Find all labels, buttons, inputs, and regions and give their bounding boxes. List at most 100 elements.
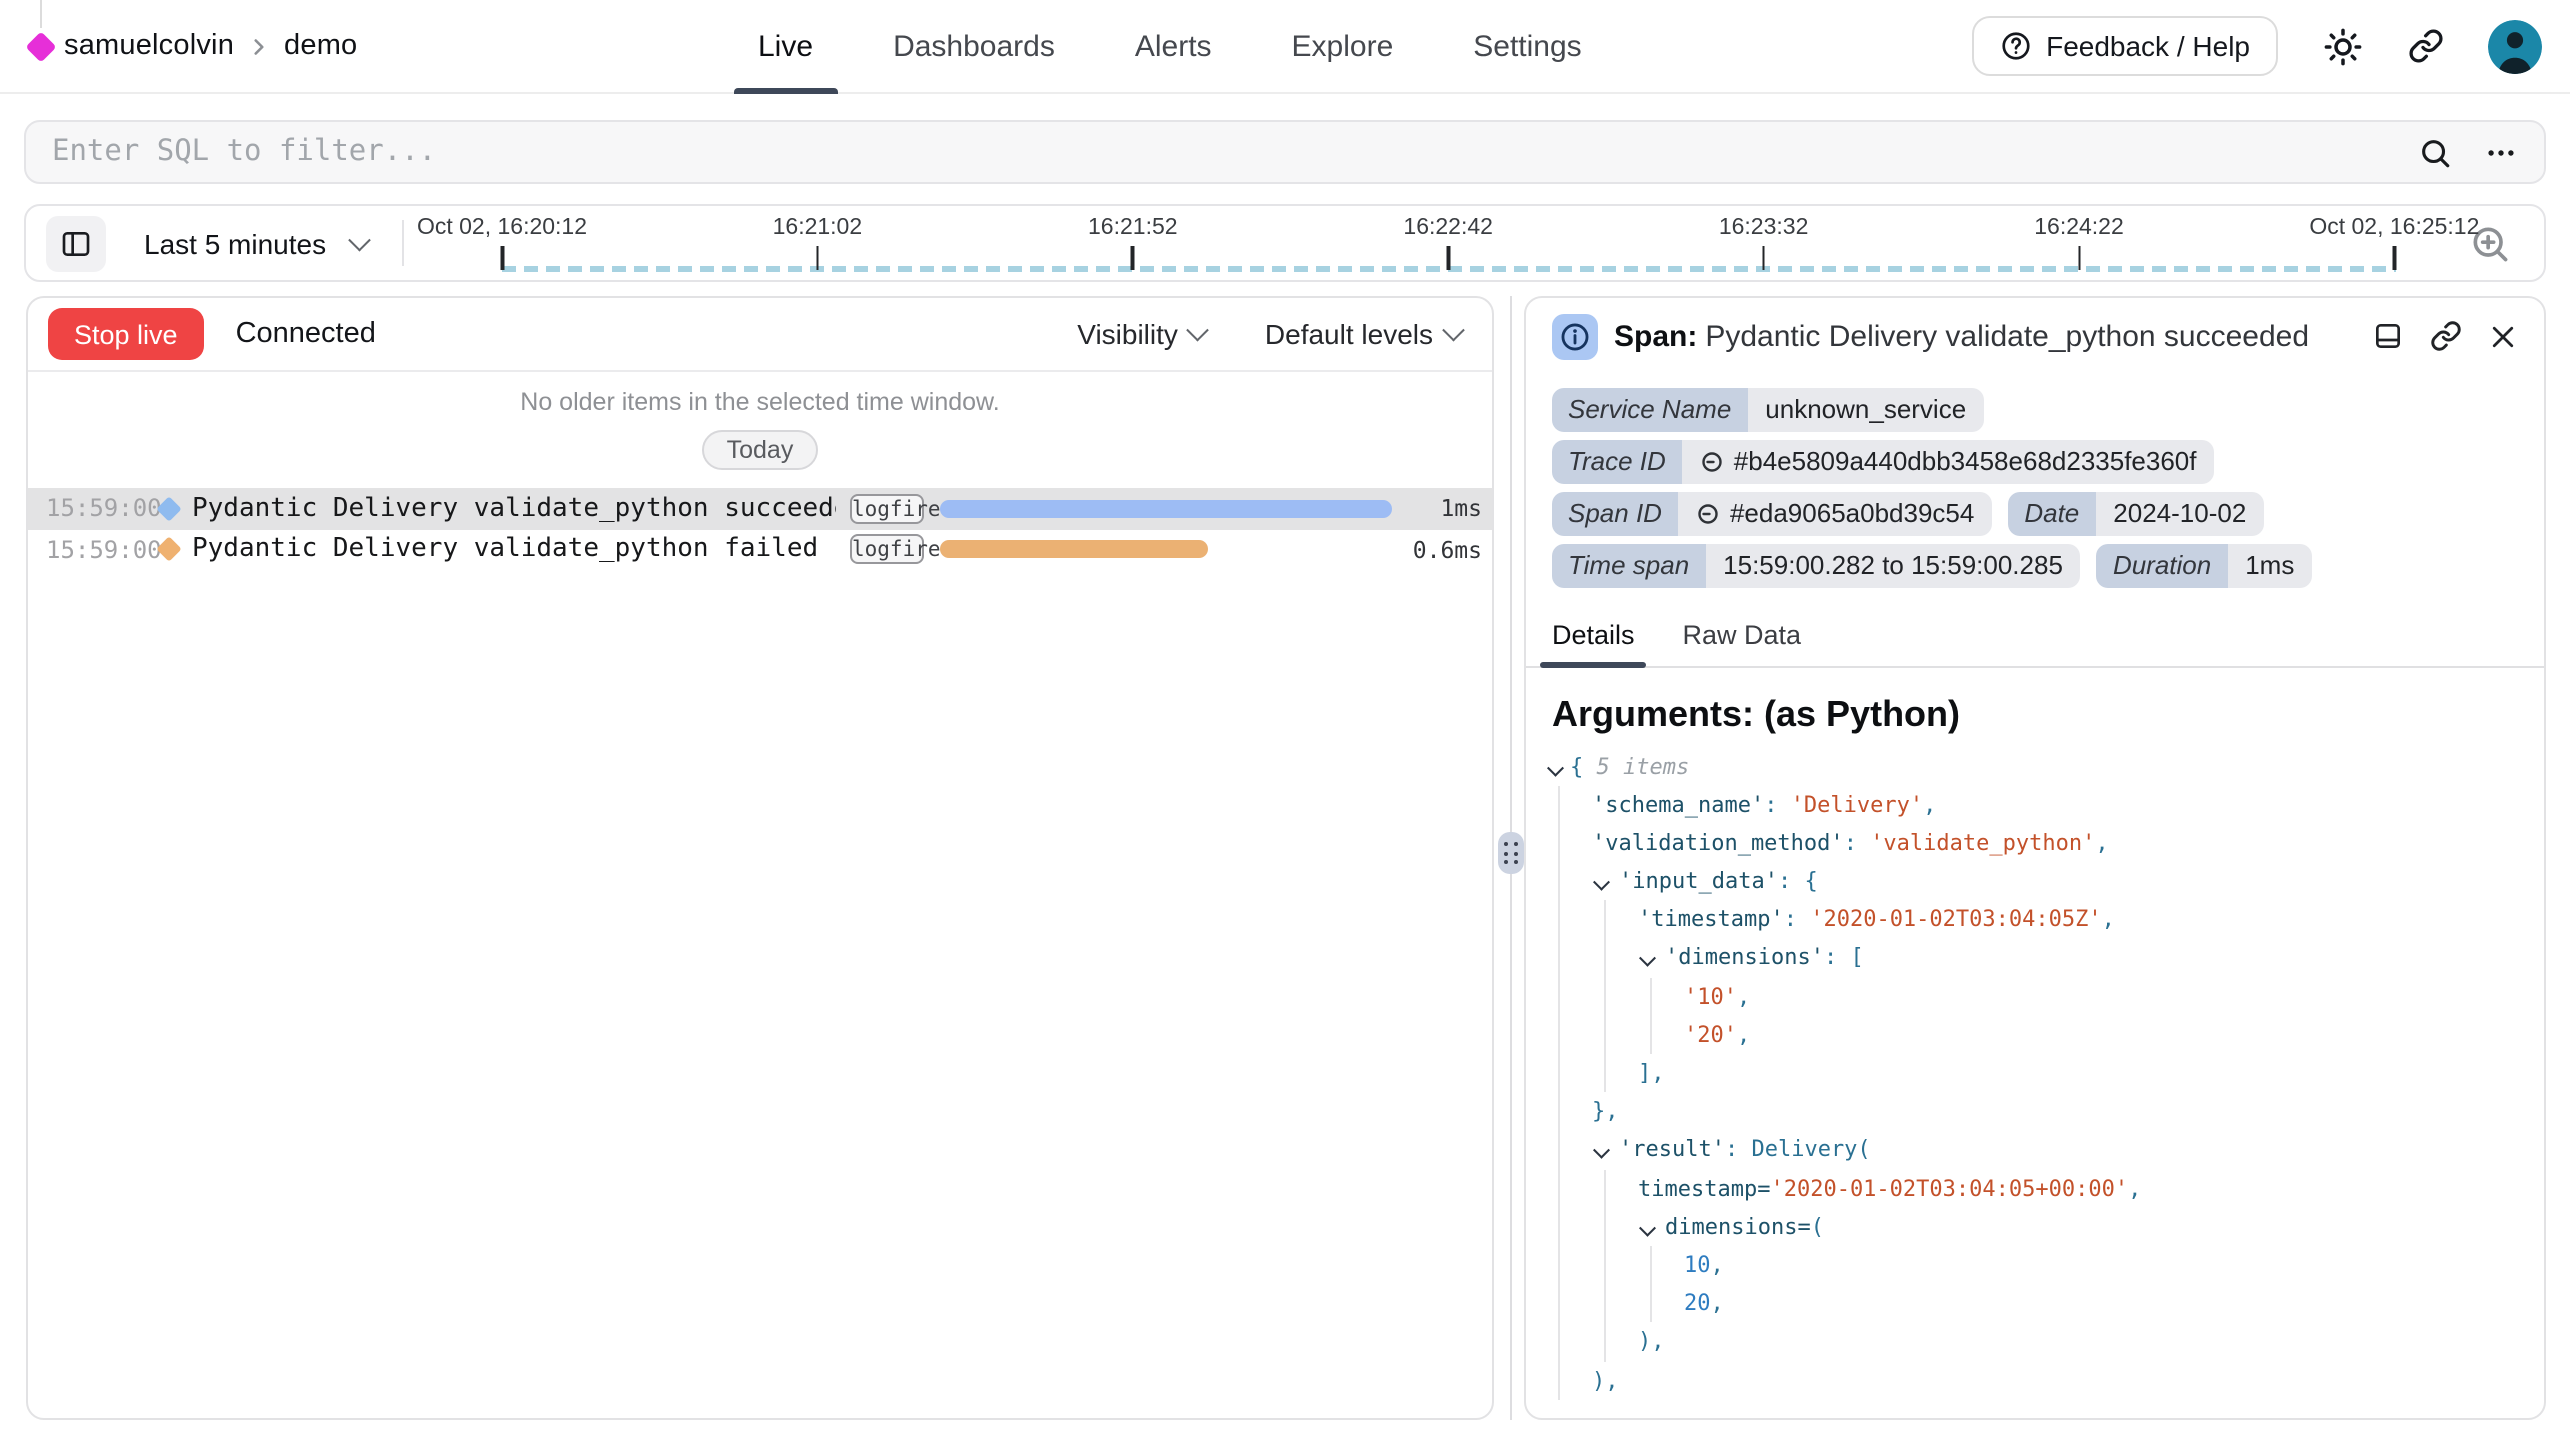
badge-time-span[interactable]: Time span 15:59:00.282 to 15:59:00.285 [1552, 544, 2081, 587]
badge-label: Date [2008, 492, 2095, 535]
indent-guide [1558, 977, 1560, 1015]
expander-chevron-icon[interactable] [1548, 759, 1564, 775]
timeline-tick-mark [1131, 246, 1134, 270]
nav-item-settings[interactable]: Settings [1449, 0, 1605, 92]
link-icon [1700, 450, 1724, 474]
link-icon [2408, 28, 2444, 64]
indent-guide [1558, 1131, 1560, 1169]
duration-bar-track [940, 500, 1374, 518]
indent-guide [1604, 1284, 1606, 1322]
code-token: '2020-01-02T03:04:05+00:00' [1770, 1175, 2128, 1201]
badge-service-name[interactable]: Service Name unknown_service [1552, 388, 1984, 431]
indent-guide [1558, 785, 1560, 823]
breadcrumb-project[interactable]: demo [284, 30, 357, 62]
code-line: 'schema_name': 'Delivery', [1552, 785, 2518, 823]
tab-details[interactable]: Details [1540, 619, 1647, 665]
today-button[interactable]: Today [703, 430, 818, 470]
code-token: , [2095, 830, 2108, 856]
panel-bottom-icon[interactable] [2372, 320, 2404, 352]
indent-guide [1650, 977, 1652, 1015]
code-line: 'input_data': { [1552, 862, 2518, 900]
expander-chevron-icon[interactable] [1639, 1219, 1655, 1235]
indent-guide [1558, 1323, 1560, 1361]
info-icon [1552, 313, 1598, 359]
badge-label: Service Name [1552, 388, 1747, 431]
indent-guide [1558, 1169, 1560, 1207]
indent-guide [1558, 1246, 1560, 1284]
sql-filter-bar[interactable]: Enter SQL to filter... [24, 120, 2546, 184]
nav-item-explore[interactable]: Explore [1268, 0, 1418, 92]
timeline-tick-label: 16:24:22 [2034, 216, 2124, 240]
timeline-tick-label: 16:21:52 [1088, 216, 1178, 240]
code-token: , [1737, 983, 1750, 1009]
divider [402, 220, 404, 266]
panel-resize-handle[interactable] [1498, 832, 1524, 874]
nav-item-label: Settings [1473, 29, 1581, 63]
expander-chevron-icon[interactable] [1593, 1142, 1609, 1158]
code-line: }, [1552, 1092, 2518, 1130]
code-token: , [1737, 1022, 1750, 1048]
chevron-down-icon [1187, 319, 1208, 340]
tab-raw-data[interactable]: Raw Data [1671, 619, 1814, 665]
breadcrumb-org[interactable]: samuelcolvin [64, 30, 234, 62]
copy-link-icon[interactable] [2430, 320, 2462, 352]
share-link-button[interactable] [2408, 28, 2444, 64]
code-line: ), [1552, 1361, 2518, 1399]
log-row[interactable]: 15:59:00 Pydantic Delivery validate_pyth… [28, 529, 1492, 570]
badge-label: Span ID [1552, 492, 1678, 535]
default-levels-dropdown[interactable]: Default levels [1253, 316, 1472, 352]
code-token: 'input_data' [1619, 868, 1778, 894]
code-line: ), [1552, 1323, 2518, 1361]
arguments-code-tree: { 5 items'schema_name': 'Delivery','vali… [1552, 747, 2518, 1399]
timeline-tick-label: Oct 02, 16:25:12 [2309, 216, 2479, 240]
code-token: '10' [1684, 983, 1737, 1009]
indent-guide [1604, 939, 1606, 977]
code-token: ], [1638, 1060, 1665, 1086]
nav-item-live[interactable]: Live [734, 0, 837, 92]
arguments-heading: Arguments: (as Python) [1552, 693, 2518, 735]
code-token: }, [1592, 1098, 1619, 1124]
span-attribute-badges: Service Name unknown_service Trace ID #b… [1552, 388, 2518, 587]
code-token: Delivery( [1751, 1137, 1870, 1163]
search-icon[interactable] [2418, 135, 2452, 169]
live-panel: Stop live Connected Visibility Default l… [26, 296, 1494, 1420]
nav-item-label: Explore [1292, 29, 1394, 63]
user-avatar[interactable] [2488, 19, 2542, 73]
close-icon[interactable] [2488, 321, 2518, 351]
log-row[interactable]: 15:59:00 Pydantic Delivery validate_pyth… [28, 488, 1492, 529]
stop-live-button[interactable]: Stop live [48, 308, 204, 360]
badge-trace-id[interactable]: Trace ID #b4e5809a440dbb3458e68d2335fe36… [1552, 440, 2215, 483]
badge-duration[interactable]: Duration 1ms [2097, 544, 2312, 587]
indent-guide [1604, 1323, 1606, 1361]
chevron-right-icon [246, 33, 272, 59]
span-detail-panel: Span:Pydantic Delivery validate_python s… [1524, 296, 2546, 1420]
app: samuelcolvin demo Live Dashboards Alerts Ex… [0, 0, 2570, 1444]
indent-guide [1604, 1016, 1606, 1054]
duration-bar [940, 541, 1208, 559]
code-line: 'validation_method': 'validate_python', [1552, 824, 2518, 862]
badge-span-id[interactable]: Span ID #eda9065a0bd39c54 [1552, 492, 1992, 535]
code-token: ( [1811, 1214, 1824, 1240]
code-token: 'Delivery' [1791, 791, 1923, 817]
theme-toggle-button[interactable] [2322, 25, 2364, 67]
badge-value: #b4e5809a440dbb3458e68d2335fe360f [1682, 440, 2215, 483]
span-title: Span:Pydantic Delivery validate_python s… [1614, 319, 2309, 353]
sidebar-toggle-button[interactable] [46, 216, 106, 272]
log-message: Pydantic Delivery validate_python failed [192, 535, 836, 565]
timeline-tick-mark [2393, 246, 2396, 270]
time-range-selector[interactable]: Last 5 minutes [132, 206, 379, 280]
expander-chevron-icon[interactable] [1639, 951, 1655, 967]
nav-item-alerts[interactable]: Alerts [1111, 0, 1236, 92]
visibility-dropdown[interactable]: Visibility [1065, 316, 1217, 352]
more-options-icon[interactable] [2484, 135, 2518, 169]
nav-item-dashboards[interactable]: Dashboards [869, 0, 1079, 92]
feedback-help-button[interactable]: Feedback / Help [1972, 16, 2278, 76]
logfire-logo-icon[interactable] [25, 30, 56, 61]
code-token: ), [1638, 1329, 1665, 1355]
breadcrumb: samuelcolvin demo [26, 0, 357, 92]
badge-date[interactable]: Date 2024-10-02 [2008, 492, 2264, 535]
span-detail-header: Span:Pydantic Delivery validate_python s… [1552, 298, 2518, 374]
code-line: 10, [1552, 1246, 2518, 1284]
code-token: 'schema_name' [1592, 791, 1764, 817]
expander-chevron-icon[interactable] [1593, 874, 1609, 890]
